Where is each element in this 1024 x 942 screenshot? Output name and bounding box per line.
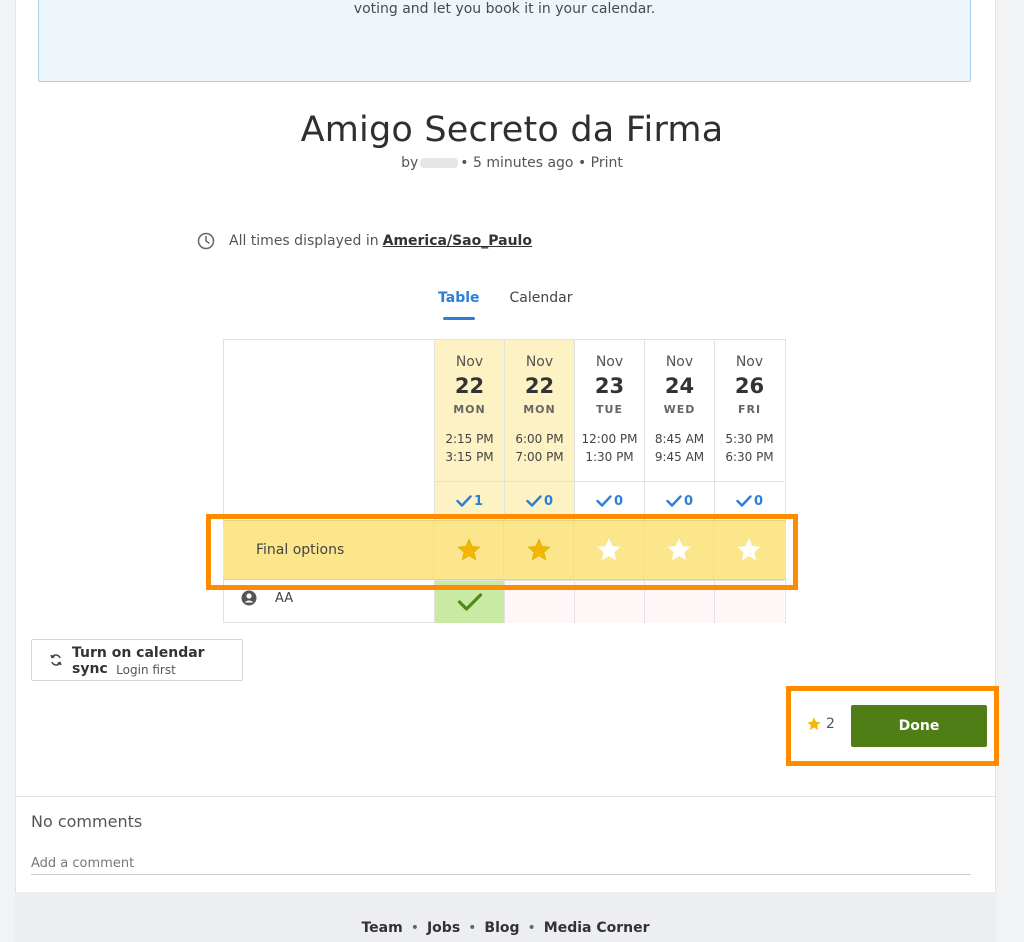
sync-subtitle: Login first	[116, 663, 176, 677]
option-day: 24	[664, 374, 695, 398]
check-icon	[666, 495, 684, 507]
footer: Team • Jobs • Blog • Media Corner	[15, 892, 996, 942]
timezone-link[interactable]: America/Sao_Paulo	[383, 233, 532, 249]
option-end-time: 3:15 PM	[445, 450, 494, 464]
info-banner: voting and let you book it in your calen…	[38, 0, 971, 82]
option-header: Nov 23 TUE 12:00 PM 1:30 PM	[575, 340, 644, 481]
option-day: 22	[454, 374, 485, 398]
by-label: by	[401, 155, 419, 171]
option-month: Nov	[455, 354, 484, 370]
check-icon	[736, 495, 754, 507]
blurred-author-name	[420, 158, 459, 168]
option-start-time: 12:00 PM	[581, 432, 638, 446]
vote-count-value: 0	[613, 493, 624, 509]
option-header: Nov 22 MON 2:15 PM 3:15 PM	[435, 340, 504, 481]
poll-meta: by • 5 minutes ago • Print	[0, 155, 1024, 171]
vote-count-value: 1	[473, 493, 484, 509]
timezone-prefix: All times displayed in	[229, 233, 379, 249]
option-weekday: FRI	[737, 403, 762, 416]
option-day: 23	[594, 374, 625, 398]
option-month: Nov	[735, 354, 764, 370]
participant-name: AA	[275, 590, 294, 606]
calendar-sync-button[interactable]: Turn on calendar sync Login first	[31, 639, 243, 681]
vote-count-value: 0	[683, 493, 694, 509]
print-link[interactable]: Print	[591, 155, 623, 171]
check-icon	[456, 495, 474, 507]
option-end-time: 9:45 AM	[654, 450, 705, 464]
footer-link-media-corner[interactable]: Media Corner	[544, 920, 650, 936]
meta-time: • 5 minutes ago •	[460, 155, 587, 171]
info-banner-text: voting and let you book it in your calen…	[353, 1, 656, 17]
participant-row: AA	[241, 590, 293, 606]
yes-check-icon	[457, 592, 483, 612]
vote-count-value: 0	[543, 493, 554, 509]
option-month: Nov	[665, 354, 694, 370]
user-icon	[241, 590, 257, 606]
timezone-row: All times displayed in America/Sao_Paulo	[197, 232, 532, 250]
option-weekday: MON	[523, 403, 556, 416]
option-start-time: 5:30 PM	[725, 432, 774, 446]
done-highlight	[786, 686, 999, 766]
check-icon	[596, 495, 614, 507]
tab-calendar[interactable]: Calendar	[510, 290, 573, 320]
option-weekday: MON	[453, 403, 486, 416]
footer-links: Team • Jobs • Blog • Media Corner	[15, 920, 996, 936]
check-icon	[526, 495, 544, 507]
poll-title: Amigo Secreto da Firma	[300, 110, 724, 150]
clock-icon	[197, 232, 215, 250]
option-header: Nov 22 MON 6:00 PM 7:00 PM	[505, 340, 574, 481]
option-day: 26	[734, 374, 765, 398]
option-end-time: 1:30 PM	[585, 450, 634, 464]
option-start-time: 2:15 PM	[445, 432, 494, 446]
option-header: Nov 26 FRI 5:30 PM 6:30 PM	[715, 340, 784, 481]
view-tabs: Table Calendar	[438, 290, 602, 320]
footer-link-blog[interactable]: Blog	[484, 920, 519, 936]
option-end-time: 6:30 PM	[725, 450, 774, 464]
comments-heading: No comments	[31, 812, 143, 831]
option-end-time: 7:00 PM	[515, 450, 564, 464]
final-options-highlight	[206, 514, 798, 590]
footer-link-team[interactable]: Team	[361, 920, 402, 936]
option-day: 22	[524, 374, 555, 398]
vote-count-value: 0	[753, 493, 764, 509]
option-month: Nov	[525, 354, 554, 370]
option-header: Nov 24 WED 8:45 AM 9:45 AM	[645, 340, 714, 481]
footer-link-jobs[interactable]: Jobs	[427, 920, 460, 936]
option-start-time: 6:00 PM	[515, 432, 564, 446]
tab-table[interactable]: Table	[438, 290, 480, 320]
footer-separator: •	[468, 920, 477, 936]
option-weekday: TUE	[596, 403, 623, 416]
option-month: Nov	[595, 354, 624, 370]
option-weekday: WED	[663, 403, 696, 416]
footer-separator: •	[410, 920, 419, 936]
comments-divider	[15, 796, 996, 797]
option-start-time: 8:45 AM	[654, 432, 705, 446]
comment-input[interactable]	[31, 852, 971, 875]
footer-separator: •	[527, 920, 536, 936]
